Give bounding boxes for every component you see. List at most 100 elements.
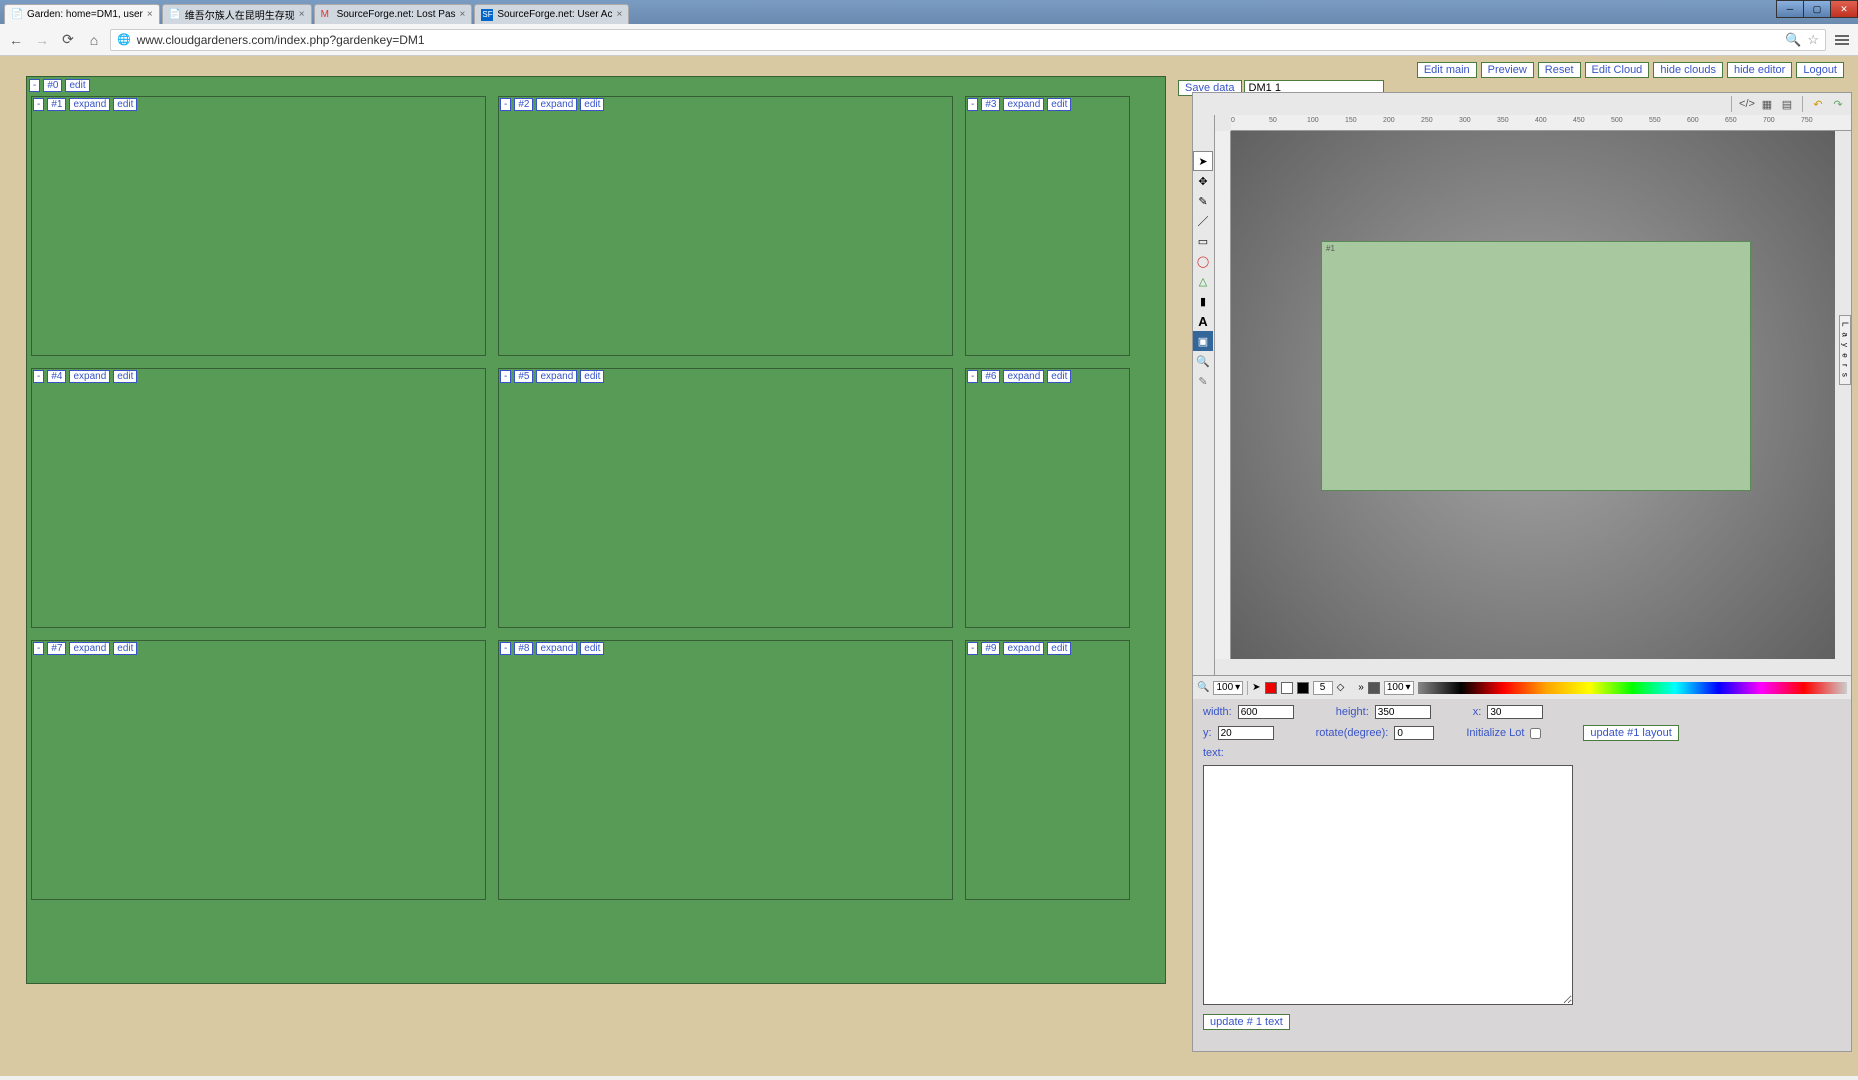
zoom-input[interactable]: 100▾ <box>1213 681 1243 695</box>
eyedropper-tool[interactable]: ✎ <box>1193 371 1213 391</box>
browser-tab[interactable]: 📄 Garden: home=DM1, user × <box>4 4 160 24</box>
edit-main-button[interactable]: Edit main <box>1417 62 1477 78</box>
window-minimize-button[interactable]: ─ <box>1776 0 1804 18</box>
width-input[interactable] <box>1238 705 1294 719</box>
collapse-button[interactable]: - <box>500 370 511 383</box>
lot-text-input[interactable] <box>1203 765 1573 1005</box>
update-layout-button[interactable]: update #1 layout <box>1583 725 1678 741</box>
edit-cloud-button[interactable]: Edit Cloud <box>1585 62 1650 78</box>
collapse-button[interactable]: - <box>500 642 511 655</box>
preview-button[interactable]: Preview <box>1481 62 1534 78</box>
browser-tab[interactable]: M SourceForge.net: Lost Pas × <box>314 4 473 24</box>
y-label: y: <box>1203 727 1212 739</box>
lasso-tool[interactable]: ✥ <box>1193 171 1213 191</box>
collapse-button[interactable]: - <box>967 370 978 383</box>
zoom-tool[interactable]: 🔍 <box>1193 351 1213 371</box>
select-tool[interactable]: ➤ <box>1193 151 1213 171</box>
lot: - #4 expand edit <box>31 368 486 628</box>
wireframe-icon[interactable]: ▦ <box>1758 95 1776 113</box>
collapse-button[interactable]: - <box>33 370 44 383</box>
hide-editor-button[interactable]: hide editor <box>1727 62 1792 78</box>
back-button[interactable]: ← <box>6 30 26 50</box>
stroke-width[interactable]: 5 <box>1313 681 1333 695</box>
expand-button[interactable]: expand <box>69 642 110 655</box>
edit-button[interactable]: edit <box>580 642 604 655</box>
tab-close-icon[interactable]: × <box>460 9 466 20</box>
chrome-menu-button[interactable] <box>1832 35 1852 45</box>
y-input[interactable] <box>1218 726 1274 740</box>
expand-button[interactable]: expand <box>1003 642 1044 655</box>
height-label: height: <box>1336 706 1369 718</box>
window-maximize-button[interactable]: ▢ <box>1803 0 1831 18</box>
edit-button[interactable]: edit <box>1047 370 1071 383</box>
forward-button[interactable]: → <box>32 30 52 50</box>
home-button[interactable]: ⌂ <box>84 30 104 50</box>
url-text: www.cloudgardeners.com/index.php?gardenk… <box>137 33 425 47</box>
collapse-button[interactable]: - <box>33 98 44 111</box>
edit-button[interactable]: edit <box>580 98 604 111</box>
line-tool[interactable]: ／ <box>1193 211 1213 231</box>
edit-button[interactable]: edit <box>580 370 604 383</box>
window-close-button[interactable]: ✕ <box>1830 0 1858 18</box>
expand-button[interactable]: expand <box>69 370 110 383</box>
collapse-button[interactable]: - <box>967 98 978 111</box>
search-url-icon[interactable]: 🔍 <box>1785 32 1801 48</box>
expand-button[interactable]: expand <box>536 370 577 383</box>
expand-button[interactable]: expand <box>536 642 577 655</box>
ellipse-tool[interactable]: ◯ <box>1193 251 1213 271</box>
stroke-color[interactable] <box>1297 682 1309 694</box>
hide-clouds-button[interactable]: hide clouds <box>1653 62 1723 78</box>
expand-button[interactable]: expand <box>1003 98 1044 111</box>
collapse-button[interactable]: - <box>33 642 44 655</box>
tab-close-icon[interactable]: × <box>147 9 153 20</box>
path-tool[interactable]: △ <box>1193 271 1213 291</box>
expand-button[interactable]: expand <box>1003 370 1044 383</box>
url-bar[interactable]: 🌐 www.cloudgardeners.com/index.php?garde… <box>110 29 1826 51</box>
canvas[interactable]: #1 <box>1231 131 1835 659</box>
browser-tab[interactable]: 📄 维吾尔族人在昆明生存现 × <box>162 4 312 24</box>
shape-lib-tool[interactable]: ▮ <box>1193 291 1213 311</box>
height-input[interactable] <box>1375 705 1431 719</box>
text-tool[interactable]: A <box>1193 311 1213 331</box>
collapse-button[interactable]: - <box>500 98 511 111</box>
tab-close-icon[interactable]: × <box>616 9 622 20</box>
rect-tool[interactable]: ▭ <box>1193 231 1213 251</box>
x-input[interactable] <box>1487 705 1543 719</box>
expand-button[interactable]: expand <box>69 98 110 111</box>
browser-tab[interactable]: SF SourceForge.net: User Ac × <box>474 4 629 24</box>
stroke-style-icon[interactable]: ◇ <box>1337 682 1345 693</box>
image-tool[interactable]: ▣ <box>1193 331 1213 351</box>
source-icon[interactable]: </> <box>1738 95 1756 113</box>
layers-tab[interactable]: L a y e r s <box>1839 315 1851 385</box>
undo-icon[interactable]: ↶ <box>1809 95 1827 113</box>
star-icon[interactable]: ☆ <box>1807 32 1819 48</box>
lot-head: - #5 expand edit <box>499 369 952 384</box>
reset-button[interactable]: Reset <box>1538 62 1581 78</box>
rotate-input[interactable] <box>1394 726 1434 740</box>
tab-close-icon[interactable]: × <box>299 9 305 20</box>
edit-button[interactable]: edit <box>113 370 137 383</box>
reload-button[interactable]: ⟳ <box>58 30 78 50</box>
canvas-lot-rect[interactable]: #1 <box>1321 241 1751 491</box>
edit-button[interactable]: edit <box>113 98 137 111</box>
collapse-button[interactable]: - <box>29 79 40 92</box>
logout-button[interactable]: Logout <box>1796 62 1844 78</box>
update-text-button[interactable]: update # 1 text <box>1203 1014 1290 1030</box>
color-spectrum[interactable] <box>1418 682 1847 694</box>
grid-icon[interactable]: ▤ <box>1778 95 1796 113</box>
pencil-tool[interactable]: ✎ <box>1193 191 1213 211</box>
lot-id: #9 <box>981 642 1000 655</box>
edit-button[interactable]: edit <box>1047 642 1071 655</box>
bg-color[interactable] <box>1368 682 1380 694</box>
edit-button[interactable]: edit <box>65 79 89 92</box>
redo-icon[interactable]: ↷ <box>1829 95 1847 113</box>
edit-button[interactable]: edit <box>1047 98 1071 111</box>
expand-button[interactable]: expand <box>536 98 577 111</box>
collapse-button[interactable]: - <box>967 642 978 655</box>
init-lot-checkbox[interactable] <box>1530 728 1541 739</box>
edit-button[interactable]: edit <box>113 642 137 655</box>
fill-color[interactable] <box>1265 682 1277 694</box>
stroke-color-outer[interactable] <box>1281 682 1293 694</box>
opacity-input[interactable]: 100▾ <box>1384 681 1414 695</box>
page-body: Edit main Preview Reset Edit Cloud hide … <box>0 56 1858 1080</box>
